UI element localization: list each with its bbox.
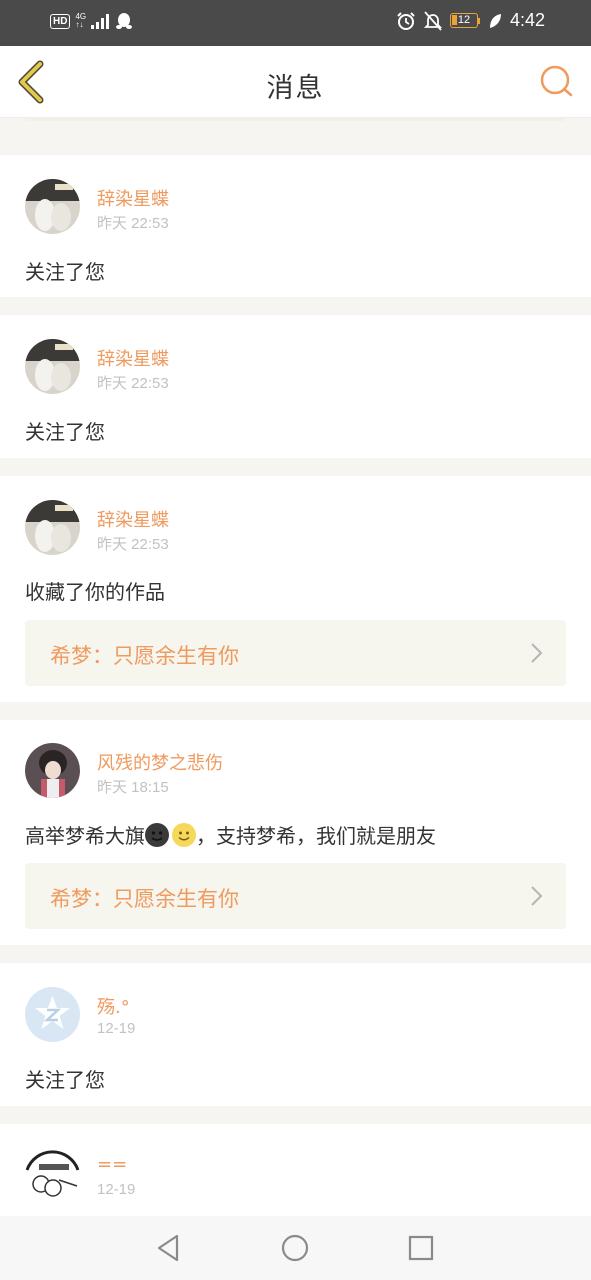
system-nav-bar — [0, 1216, 591, 1280]
username[interactable]: 辞染星蝶 — [97, 506, 169, 532]
alarm-icon — [397, 11, 415, 30]
avatar[interactable] — [25, 179, 80, 234]
message-text: 关注了您 — [25, 1068, 105, 1092]
title-bar: 消息 — [0, 46, 591, 118]
work-title: 希梦：只愿余生有你 — [50, 644, 239, 668]
smile-emoji-icon — [172, 823, 196, 847]
message-text: 高举梦希大旗 ，支持梦希，我们就是朋友 — [25, 820, 436, 849]
timestamp: 昨天 22:53 — [97, 375, 169, 392]
message-card: 辞染星蝶 昨天 22:53 收藏了你的作品 希梦：只愿余生有你 — [0, 476, 591, 702]
username[interactable]: 辞染星蝶 — [97, 185, 169, 211]
message-text: 关注了您 — [25, 420, 105, 444]
message-card: 殇.° 12-19 关注了您 — [0, 963, 591, 1106]
chevron-right-icon — [531, 886, 543, 906]
message-text: 收藏了你的作品 — [25, 580, 165, 604]
page-title: 消息 — [266, 73, 325, 104]
message-card: 辞染星蝶 昨天 22:53 关注了您 — [0, 155, 591, 297]
avatar[interactable] — [25, 1148, 80, 1203]
timestamp: 昨天 22:53 — [97, 215, 169, 232]
message-card: 辞染星蝶 昨天 22:53 关注了您 — [0, 315, 591, 458]
timestamp: 昨天 22:53 — [97, 536, 169, 553]
search-button[interactable] — [537, 62, 577, 102]
timestamp: 昨天 18:15 — [97, 779, 169, 796]
clock: 4:42 — [509, 10, 545, 30]
message-card: 风残的梦之悲伤 昨天 18:15 高举梦希大旗 ，支持梦希，我们就是朋友 希梦：只… — [0, 720, 591, 945]
username[interactable]: 殇.° — [97, 993, 130, 1019]
message-text-part: 高举梦希大旗 — [25, 824, 145, 848]
work-link[interactable]: 希梦：只愿余生有你 — [25, 620, 566, 686]
signal-icon — [91, 14, 110, 29]
triangle-back-icon[interactable] — [153, 1232, 185, 1264]
mute-bell-icon — [423, 10, 442, 31]
avatar[interactable] — [25, 500, 80, 555]
battery-indicator: 12 — [449, 13, 480, 28]
previous-card-edge — [25, 118, 566, 121]
timestamp: 12-19 — [97, 1181, 136, 1198]
avatar[interactable] — [25, 987, 80, 1042]
avatar[interactable] — [25, 743, 80, 798]
message-text-part: ，支持梦希，我们就是朋友 — [196, 824, 436, 848]
status-bar: HD 4G ↑↓ 12 4:42 — [0, 0, 591, 46]
circle-home-icon[interactable] — [279, 1232, 311, 1264]
message-text: 关注了您 — [25, 260, 105, 284]
leaf-icon — [489, 13, 501, 28]
message-card: == 12-19 — [0, 1124, 591, 1216]
chevron-right-icon — [531, 643, 543, 663]
avatar[interactable] — [25, 339, 80, 394]
username[interactable]: 辞染星蝶 — [97, 345, 169, 371]
square-recent-icon[interactable] — [405, 1232, 437, 1264]
timestamp: 12-19 — [97, 1020, 136, 1037]
username[interactable]: == — [97, 1154, 127, 1175]
username[interactable]: 风残的梦之悲伤 — [97, 749, 223, 775]
network-indicator: 4G ↑↓ — [75, 12, 87, 29]
work-link[interactable]: 希梦：只愿余生有你 — [25, 863, 566, 929]
qq-penguin-icon — [116, 13, 133, 29]
search-icon — [540, 65, 573, 97]
dark-smile-emoji-icon — [145, 823, 169, 847]
hd-badge: HD — [50, 13, 71, 29]
work-title: 希梦：只愿余生有你 — [50, 887, 239, 911]
